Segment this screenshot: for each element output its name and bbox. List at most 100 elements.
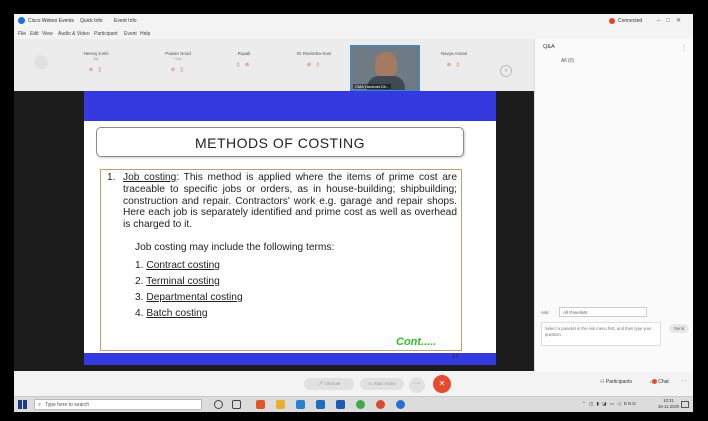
term-label: Batch costing	[146, 308, 208, 319]
ask-recipient-value: All Panelists	[563, 310, 588, 315]
term-number: 3.	[135, 292, 144, 303]
event-info-tab[interactable]: Event Info	[114, 18, 137, 24]
cortana-icon[interactable]	[214, 400, 223, 409]
meeting-controls: 🎤︎ Unmute ▭ Start Video ··· ✕ ⚇ Particip…	[14, 372, 693, 396]
term-label: Contract costing	[146, 260, 220, 271]
window-controls[interactable]: –□✕	[657, 17, 687, 24]
store-icon[interactable]	[296, 400, 305, 409]
windows-start-icon[interactable]	[18, 400, 27, 409]
ask-label: Ask:	[541, 310, 550, 315]
unmute-label: Unmute	[324, 381, 341, 386]
chrome-icon[interactable]	[356, 400, 365, 409]
qa-all-tab[interactable]: All (0)	[561, 58, 574, 64]
maximize-icon[interactable]: □	[666, 18, 676, 24]
term-item: 3. Departmental costing	[135, 292, 243, 303]
notification-icon[interactable]	[681, 401, 689, 408]
menu-audio-video[interactable]: Audio & Video	[58, 31, 90, 37]
leave-meeting-button[interactable]: ✕	[433, 375, 451, 393]
opera-icon[interactable]	[376, 400, 385, 409]
chevron-right-icon[interactable]: ›	[500, 65, 512, 77]
search-icon: ⌕	[38, 402, 42, 408]
send-button[interactable]: Send	[669, 324, 689, 333]
mic-muted-icon: ⊘ ▯	[170, 67, 186, 73]
strip-prev-icon[interactable]	[34, 55, 48, 69]
start-video-button[interactable]: ▭ Start Video	[360, 378, 404, 390]
browser-icon[interactable]	[256, 400, 265, 409]
unmute-button[interactable]: 🎤︎ Unmute	[304, 378, 354, 390]
close-icon: ✕	[438, 379, 446, 388]
slide-paragraph: Job costing: This method is applied wher…	[123, 172, 457, 231]
participant-tile[interactable]: Neeraj Joshi Me ⊘ ▯	[68, 47, 124, 83]
start-video-label: Start Video	[373, 381, 396, 386]
overflow-icon[interactable]: ···	[681, 378, 687, 384]
quick-info-tab[interactable]: Quick Info	[80, 18, 103, 24]
menu-help[interactable]: Help	[140, 31, 150, 37]
menu-view[interactable]: View	[42, 31, 53, 37]
taskbar: ⌕ Type here to search ⌃ ◫ ▮ ◪ ▭ ◁ ENG 10…	[14, 396, 693, 412]
participant-tile[interactable]: Dr Ravindra Soni ⊘ ▯	[286, 47, 342, 83]
active-speaker-video[interactable]: CMA Harshad Dh...	[350, 45, 420, 91]
ask-recipient-dropdown[interactable]: All Panelists	[559, 307, 647, 317]
term-number: 4.	[135, 308, 144, 319]
title-bar: Cisco Webex Events Quick Info Event Info…	[14, 14, 693, 28]
mic-muted-icon: ⊘ ▯	[446, 62, 462, 68]
language-indicator[interactable]: ENG	[624, 401, 637, 406]
speaker-face	[375, 52, 397, 78]
participant-name: Rupali	[237, 51, 251, 56]
slide-top-banner	[84, 91, 496, 121]
menu-file[interactable]: File	[18, 31, 26, 37]
participant-tile[interactable]: Rupali ▯ ⊘	[216, 47, 272, 83]
participant-role: Me	[93, 57, 99, 61]
slide-title: METHODS OF COSTING	[195, 135, 365, 151]
menu-event[interactable]: Event	[124, 31, 137, 37]
taskbar-search[interactable]: ⌕ Type here to search	[34, 399, 202, 410]
minimize-icon[interactable]: –	[657, 18, 666, 24]
chat-button[interactable]: ▱ Chat	[650, 379, 669, 385]
mic-icon: 🎤︎	[317, 381, 325, 386]
more-options-icon[interactable]: ⋮	[681, 44, 687, 51]
slide-bottom-banner	[84, 353, 496, 365]
participant-tile[interactable]: Navya Ansari ⊘ ▯	[426, 47, 482, 83]
mail-icon[interactable]	[316, 400, 325, 409]
term-label: Departmental costing	[146, 292, 243, 303]
participant-name: Dr Ravindra Soni	[296, 51, 332, 56]
slide-page-number: 17	[452, 354, 459, 360]
term-item: 4. Batch costing	[135, 308, 208, 319]
file-explorer-icon[interactable]	[276, 400, 285, 409]
participant-tile[interactable]: Pawan Sood Host ⊘ ▯	[150, 47, 206, 83]
participants-button[interactable]: ⚇ Participants	[600, 379, 632, 385]
tray-icons[interactable]: ⌃ ◫ ▮ ◪ ▭ ◁	[582, 401, 624, 406]
qa-panel-title[interactable]: Q&A	[543, 44, 555, 50]
system-tray[interactable]: ⌃ ◫ ▮ ◪ ▭ ◁ ENG	[582, 401, 637, 407]
webex-taskbar-icon[interactable]	[396, 400, 405, 409]
clock-date: 26-11-2020	[658, 404, 680, 409]
mic-muted-icon: ▯ ⊘	[236, 62, 252, 68]
term-item: 2. Terminal costing	[135, 276, 220, 287]
menu-edit[interactable]: Edit	[30, 31, 39, 37]
connection-status[interactable]: Connected	[618, 18, 642, 24]
close-icon[interactable]: ✕	[676, 18, 687, 24]
term-label: Terminal costing	[146, 276, 220, 287]
mic-muted-icon: ⊘ ▯	[88, 67, 104, 73]
task-view-icon[interactable]	[232, 400, 241, 409]
participant-strip: Neeraj Joshi Me ⊘ ▯ Pawan Sood Host ⊘ ▯ …	[14, 39, 534, 91]
connection-status-icon	[609, 18, 615, 24]
participant-name: Navya Ansari	[440, 51, 468, 56]
active-speaker-name: CMA Harshad Dh...	[353, 84, 392, 89]
participants-label: Participants	[605, 379, 632, 385]
chat-notification-badge	[651, 379, 657, 384]
word-icon[interactable]	[336, 400, 345, 409]
chat-label: Chat	[658, 379, 669, 385]
clock[interactable]: 10:31 26-11-2020	[658, 398, 679, 410]
term-number: 1.	[135, 260, 144, 271]
participant-name: Pawan Sood	[165, 51, 191, 56]
mic-muted-icon: ⊘ ▯	[306, 62, 322, 68]
menu-participant[interactable]: Participant	[94, 31, 118, 37]
more-options-button[interactable]: ···	[409, 377, 425, 393]
term-number: 2.	[135, 276, 144, 287]
webex-logo-icon	[18, 17, 25, 24]
participant-name: Neeraj Joshi	[83, 51, 109, 56]
taskbar-search-placeholder: Type here to search	[45, 402, 90, 408]
question-input[interactable]	[541, 322, 661, 346]
screen: Cisco Webex Events Quick Info Event Info…	[14, 14, 693, 412]
